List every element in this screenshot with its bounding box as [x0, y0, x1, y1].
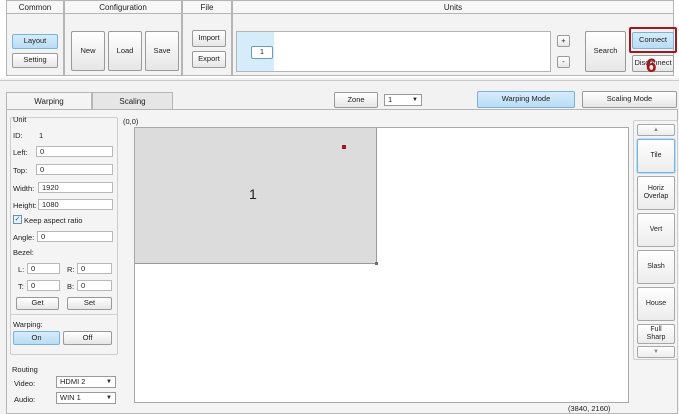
- id-label: ID:: [13, 131, 23, 140]
- set-button[interactable]: Set: [67, 297, 112, 310]
- audio-label: Audio:: [14, 395, 36, 404]
- step-callout: 6: [646, 56, 657, 77]
- audio-select[interactable]: WIN 1 ▼: [56, 392, 116, 404]
- angle-field[interactable]: 0: [37, 231, 113, 242]
- bezel-t-field[interactable]: 0: [27, 280, 60, 291]
- remove-unit-button[interactable]: -: [557, 56, 570, 68]
- id-value: 1: [39, 131, 44, 140]
- chevron-down-icon: ▼: [106, 379, 112, 385]
- new-button[interactable]: New: [71, 31, 105, 71]
- bezel-l-label: L:: [18, 265, 25, 274]
- house-button[interactable]: House: [637, 287, 675, 321]
- canvas-origin-label: (0,0): [123, 117, 139, 126]
- resize-handle[interactable]: [375, 262, 378, 265]
- angle-label: Angle:: [13, 233, 35, 242]
- zone-select[interactable]: 1 ▼: [384, 94, 422, 106]
- tab-warping[interactable]: Warping: [6, 92, 92, 109]
- video-label: Video:: [14, 379, 36, 388]
- horiz-overlap-button[interactable]: Horiz Overlap: [637, 176, 675, 210]
- save-button[interactable]: Save: [145, 31, 179, 71]
- bezel-t-label: T:: [18, 282, 24, 291]
- get-button[interactable]: Get: [16, 297, 59, 310]
- load-button[interactable]: Load: [108, 31, 142, 71]
- routing-label: Routing: [12, 365, 38, 374]
- left-field[interactable]: 0: [36, 146, 113, 157]
- bezel-r-label: R:: [67, 265, 75, 274]
- bezel-b-label: B:: [67, 282, 75, 291]
- width-field[interactable]: 1920: [38, 182, 113, 193]
- unit-chip[interactable]: 1: [251, 46, 273, 59]
- warping-label: Warping:: [13, 320, 43, 329]
- add-unit-button[interactable]: +: [557, 35, 570, 47]
- warping-mode-button[interactable]: Warping Mode: [477, 91, 575, 108]
- ribbon: Common Layout Setting Configuration New …: [0, 0, 679, 78]
- bezel-l-field[interactable]: 0: [27, 263, 60, 274]
- slash-button[interactable]: Slash: [637, 250, 675, 284]
- units-list[interactable]: [236, 31, 551, 72]
- bezel-r-field[interactable]: 0: [77, 263, 112, 274]
- vert-button[interactable]: Vert: [637, 213, 675, 247]
- keep-aspect-checkbox[interactable]: ✓: [13, 215, 22, 224]
- file-group-title: File: [182, 0, 232, 14]
- search-button[interactable]: Search: [585, 31, 626, 72]
- configuration-group-title: Configuration: [64, 0, 182, 14]
- warping-off-button[interactable]: Off: [63, 331, 112, 345]
- tile-button[interactable]: Tile: [637, 139, 675, 173]
- zone-button[interactable]: Zone: [334, 92, 378, 108]
- units-group-title: Units: [232, 0, 674, 14]
- width-label: Width:: [13, 184, 35, 193]
- zone-select-value: 1: [388, 95, 393, 104]
- ribbon-divider: [0, 80, 679, 81]
- scaling-mode-button[interactable]: Scaling Mode: [582, 91, 677, 108]
- display-unit-label: 1: [249, 186, 257, 202]
- top-label: Top:: [13, 166, 28, 175]
- tab-scaling[interactable]: Scaling: [92, 92, 173, 109]
- import-button[interactable]: Import: [192, 30, 226, 47]
- warping-divider: [11, 314, 117, 315]
- scroll-down-button[interactable]: ▼: [637, 346, 675, 358]
- full-sharp-button[interactable]: Full Sharp: [637, 324, 675, 344]
- chevron-down-icon: ▼: [412, 97, 418, 103]
- unit-marker: [342, 145, 346, 149]
- height-label: Height:: [13, 201, 37, 210]
- export-button[interactable]: Export: [192, 51, 226, 68]
- connect-highlight: [629, 27, 677, 53]
- canvas-extent-label: (3840, 2160): [568, 404, 611, 413]
- chevron-down-icon: ▼: [106, 395, 112, 401]
- bezel-label: Bezel:: [13, 248, 34, 257]
- common-group-title: Common: [6, 0, 64, 14]
- top-field[interactable]: 0: [36, 164, 113, 175]
- setting-button[interactable]: Setting: [12, 53, 58, 68]
- keep-aspect-label: Keep aspect ratio: [24, 216, 83, 225]
- height-field[interactable]: 1080: [38, 199, 113, 210]
- layout-button[interactable]: Layout: [12, 34, 58, 49]
- video-select[interactable]: HDMI 2 ▼: [56, 376, 116, 388]
- warping-on-button[interactable]: On: [13, 331, 60, 345]
- scroll-up-button[interactable]: ▲: [637, 124, 675, 136]
- audio-select-value: WIN 1: [60, 393, 81, 402]
- unit-section-title: Unit: [13, 115, 27, 124]
- video-select-value: HDMI 2: [60, 377, 86, 386]
- left-label: Left:: [13, 148, 28, 157]
- bezel-b-field[interactable]: 0: [77, 280, 112, 291]
